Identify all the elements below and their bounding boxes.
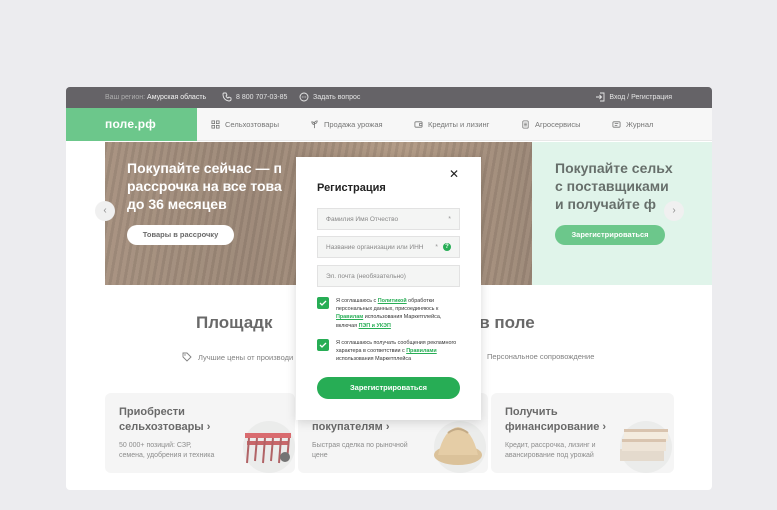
checkmark-icon bbox=[319, 300, 327, 306]
consent-text-policy: Я соглашаюсь с Политикой обработки персо… bbox=[336, 297, 461, 330]
marketplace-rules-link[interactable]: Правилами bbox=[406, 348, 437, 354]
required-mark: * bbox=[448, 215, 451, 223]
email-placeholder: Эл. почта (необязательно) bbox=[326, 272, 406, 280]
organization-field[interactable]: Название организации или ИНН * ? bbox=[317, 236, 460, 258]
required-mark: * bbox=[435, 243, 438, 251]
consent-text: Я соглашаюсь получать сообщения рекламно… bbox=[336, 340, 457, 355]
consent-checkbox-policy[interactable] bbox=[317, 297, 329, 309]
privacy-policy-link[interactable]: Политикой bbox=[378, 298, 407, 304]
checkmark-icon bbox=[319, 342, 327, 348]
consent-text-ads: Я соглашаюсь получать сообщения рекламно… bbox=[336, 339, 461, 364]
consent-text: Я соглашаюсь с bbox=[336, 298, 378, 304]
signature-link[interactable]: ПЭП и УКЭП bbox=[359, 323, 391, 329]
consent-text: использования Маркетплейса bbox=[336, 356, 412, 363]
close-modal-button[interactable]: ✕ bbox=[449, 167, 459, 181]
marketplace-rules-link[interactable]: Правилам bbox=[336, 314, 363, 320]
modal-title: Регистрация bbox=[317, 182, 386, 194]
consent-checkbox-ads[interactable] bbox=[317, 339, 329, 351]
register-submit-button[interactable]: Зарегистрироваться bbox=[317, 377, 460, 399]
organization-placeholder: Название организации или ИНН bbox=[326, 243, 424, 251]
help-icon[interactable]: ? bbox=[443, 243, 451, 251]
full-name-placeholder: Фамилия Имя Отчество bbox=[326, 215, 399, 223]
close-icon: ✕ bbox=[448, 167, 459, 181]
full-name-field[interactable]: Фамилия Имя Отчество * bbox=[317, 208, 460, 230]
email-field[interactable]: Эл. почта (необязательно) bbox=[317, 265, 460, 287]
registration-modal: ✕ Регистрация Фамилия Имя Отчество * Наз… bbox=[296, 157, 481, 420]
